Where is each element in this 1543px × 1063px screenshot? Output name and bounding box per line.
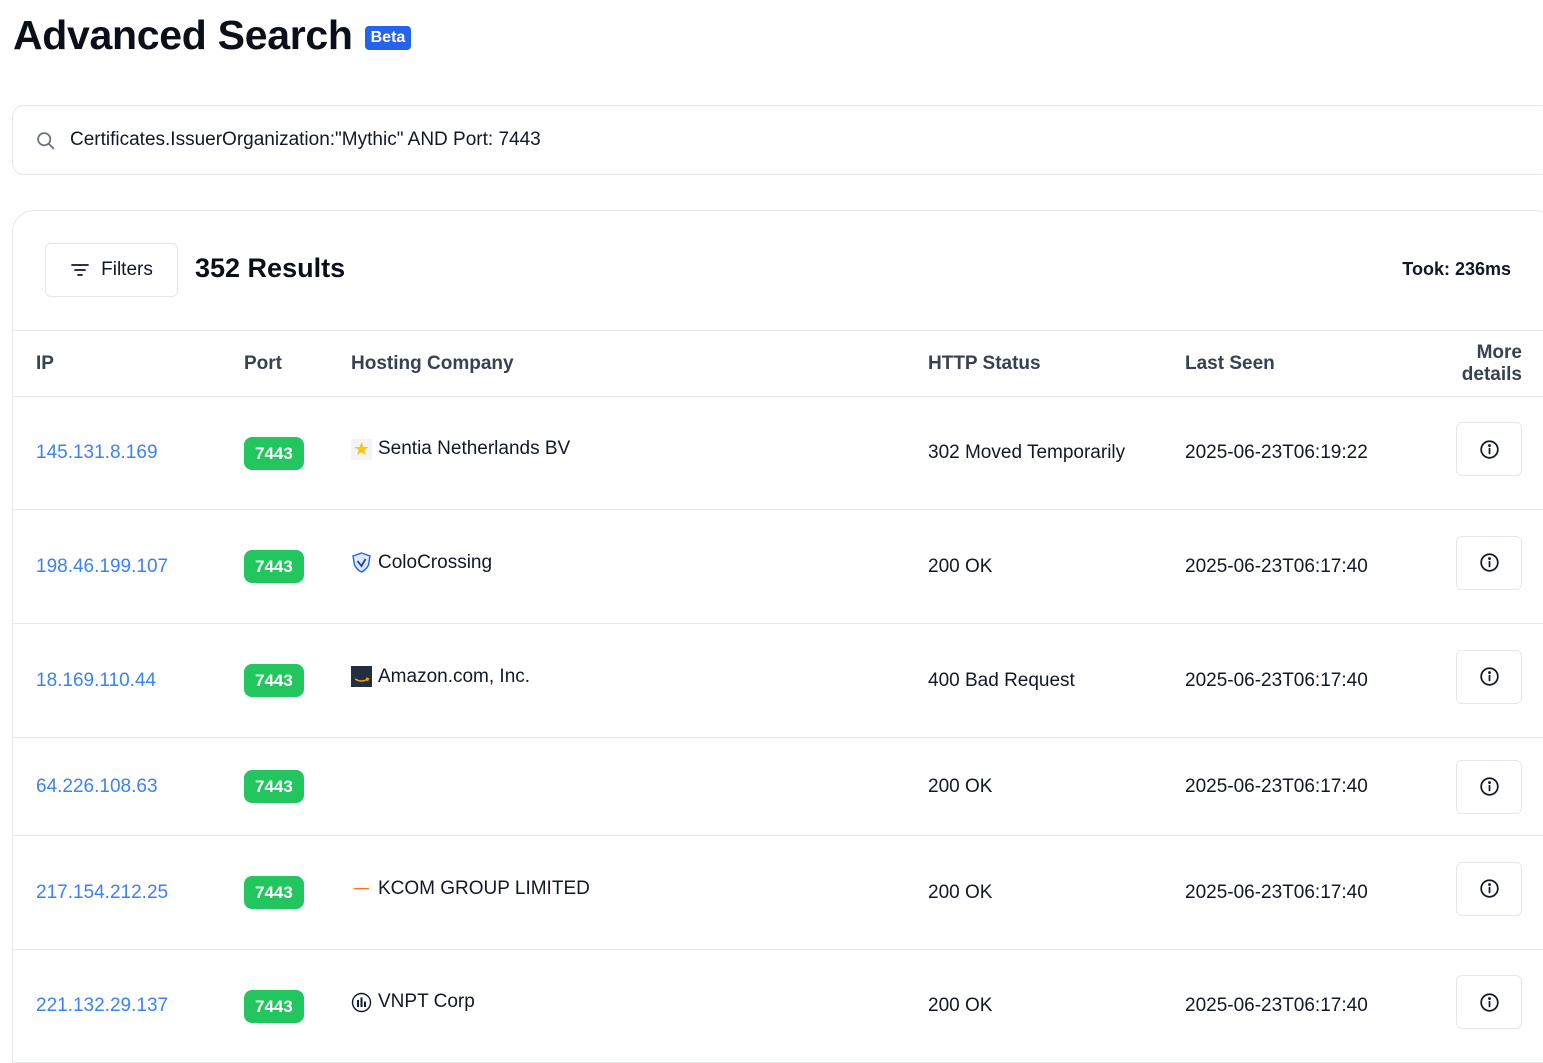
port-badge: 7443 [244,664,304,697]
ip-link[interactable]: 198.46.199.107 [36,556,168,577]
hosting-company: VNPT Corp [351,991,928,1013]
beta-badge: Beta [364,25,412,50]
filters-button[interactable]: Filters [45,243,178,297]
port-badge: 7443 [244,550,304,583]
table-row: 217.154.212.25 7443 KCOM GROUP LIMITED 2… [13,835,1543,950]
title-row: Advanced Search Beta [13,12,412,59]
hosting-company-name: ColoCrossing [378,551,493,573]
hosting-company: Sentia Netherlands BV [351,438,928,460]
ip-link[interactable]: 18.169.110.44 [36,670,156,691]
column-header-http-status: HTTP Status [928,331,1185,397]
column-header-more-details: More details [1428,331,1543,397]
more-details-button[interactable] [1456,759,1522,814]
table-row: 64.226.108.63 7443 200 OK 2025-06-23T06:… [13,737,1543,836]
last-seen: 2025-06-23T06:17:40 [1185,949,1428,1063]
ip-link[interactable]: 64.226.108.63 [36,776,158,797]
info-icon [1479,992,1499,1012]
hosting-company: KCOM GROUP LIMITED [351,878,928,900]
results-table: IP Port Hosting Company HTTP Status Last… [13,331,1543,1063]
table-row: 221.132.29.137 7443 VNPT Corp 200 OK 202… [13,949,1543,1063]
last-seen: 2025-06-23T06:17:40 [1185,835,1428,950]
hosting-company: Amazon.com, Inc. [351,666,928,688]
port-badge: 7443 [244,989,304,1023]
ip-link[interactable]: 221.132.29.137 [36,995,168,1016]
more-details-button[interactable] [1456,861,1522,916]
ip-link[interactable]: 145.131.8.169 [36,442,158,463]
http-status: 400 Bad Request [928,623,1185,738]
page-title: Advanced Search [13,12,353,58]
column-header-last-seen: Last Seen [1185,331,1428,397]
kcom-logo-icon [351,878,372,899]
colocrossing-shield-icon [351,552,372,573]
hosting-company: ColoCrossing [351,552,928,574]
results-card: Filters 352 Results Took: 236ms IP Port … [12,210,1543,1063]
column-header-hosting-company: Hosting Company [351,331,928,397]
port-badge: 7443 [244,770,304,803]
hosting-company-name: Amazon.com, Inc. [378,665,531,687]
results-count: 352 Results [195,253,346,283]
query-time: Took: 236ms [1402,259,1511,279]
filters-label: Filters [101,259,153,280]
table-row: 198.46.199.107 7443 ColoCrossing 200 OK … [13,509,1543,624]
amazon-logo-icon [351,666,372,687]
hosting-company-name: VNPT Corp [378,991,475,1012]
search-bar[interactable] [12,105,1543,175]
last-seen: 2025-06-23T06:17:40 [1185,509,1428,624]
hosting-company-name: KCOM GROUP LIMITED [378,877,590,899]
last-seen: 2025-06-23T06:17:40 [1185,623,1428,738]
column-header-port: Port [244,331,351,397]
http-status: 302 Moved Temporarily [928,396,1185,510]
ip-link[interactable]: 217.154.212.25 [36,882,168,903]
table-row: 145.131.8.169 7443 Sentia Netherlands BV… [13,396,1543,510]
more-details-button[interactable] [1456,649,1522,704]
info-icon [1479,553,1499,572]
filter-icon [70,262,90,278]
info-icon [1479,879,1499,898]
search-input[interactable] [68,128,1543,152]
http-status: 200 OK [928,737,1185,836]
last-seen: 2025-06-23T06:19:22 [1185,396,1428,510]
sentia-logo-icon [351,438,372,460]
more-details-button[interactable] [1456,422,1522,476]
info-icon [1479,667,1499,686]
more-details-button[interactable] [1456,975,1522,1029]
http-status: 200 OK [928,949,1185,1063]
vnpt-logo-icon [351,992,372,1013]
info-icon [1479,777,1499,796]
hosting-company-name: Sentia Netherlands BV [378,438,571,459]
http-status: 200 OK [928,509,1185,624]
results-header: Filters 352 Results Took: 236ms [13,211,1543,331]
info-icon [1479,439,1499,459]
table-header-row: IP Port Hosting Company HTTP Status Last… [13,331,1543,397]
port-badge: 7443 [244,436,304,470]
table-row: 18.169.110.44 7443 Amazon.com, Inc. 400 … [13,623,1543,738]
http-status: 200 OK [928,835,1185,950]
column-header-ip: IP [13,331,244,397]
search-icon [35,129,57,151]
more-details-button[interactable] [1456,535,1522,590]
advanced-search-page: Advanced Search Beta Filters [0,0,1543,1063]
port-badge: 7443 [244,876,304,909]
last-seen: 2025-06-23T06:17:40 [1185,737,1428,836]
